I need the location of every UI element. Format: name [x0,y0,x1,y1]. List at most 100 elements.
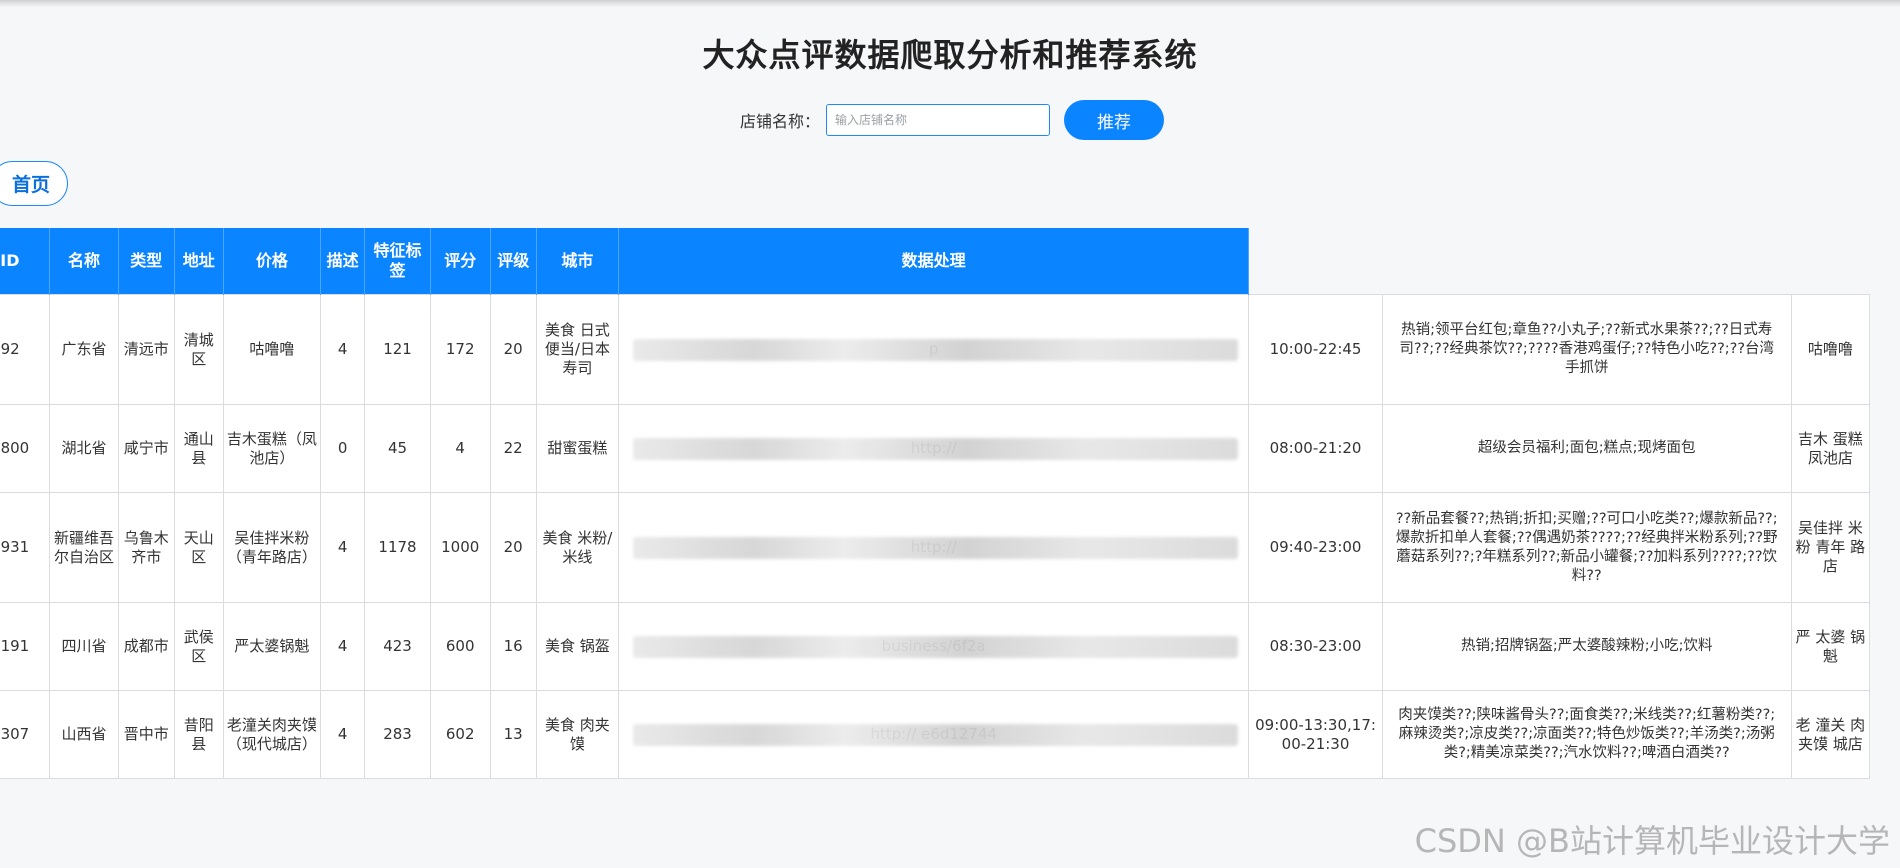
col-header-data-processing: 数据处理 [618,228,1250,295]
feature-tags-cell: 1178 [364,492,431,603]
city-cell: 乌鲁木齐市 [117,492,175,603]
category-cell: 美食 锅盔 [535,602,620,691]
score-cell: 172 [429,294,491,405]
table-row: 1800湖北省咸宁市通山县吉木蛋糕（凤池店）045422甜蜜蛋糕http://0… [0,404,1871,493]
score-cell: 600 [429,602,491,691]
business-hours-cell: 09:00-13:30,17:00-21:30 [1248,690,1383,779]
col-header-description: 描述 [320,228,366,295]
category-cell: 美食 肉夹馍 [535,690,620,779]
table-header-row: ID 名称 类型 地址 价格 描述 特征标签 评分 评级 城市 数据处理 [0,228,1870,295]
city-cell: 晋中市 [117,690,175,779]
col-header-name: 名称 [49,228,119,295]
page-title: 大众点评数据爬取分析和推荐系统 [702,36,1198,74]
recommend-button[interactable]: 推荐 [1064,100,1165,140]
table-row: 2191四川省成都市武侯区严太婆锅魁442360016美食 锅盔business… [0,602,1871,691]
province-cell: 广东省 [49,294,119,405]
search-label: 店铺名称： [740,112,821,131]
menu-tags-cell: ??新品套餐??;热销;折扣;买赠;??可口小吃类??;爆款新品??;爆款折扣单… [1381,492,1792,603]
redaction-blur [633,437,1239,460]
shop-name-cell: 严太婆锅魁 [222,602,321,691]
description-cell: 4 [319,690,366,779]
redaction-blur [633,723,1239,746]
province-cell: 四川省 [49,602,119,691]
district-cell: 天山区 [173,492,224,603]
home-button[interactable]: 首页 [0,161,68,206]
shop-name-repeat-cell: 严 太婆 锅魁 [1790,602,1871,691]
business-hours-cell: 09:40-23:00 [1248,492,1383,603]
city-cell: 清远市 [117,294,175,405]
category-cell: 美食 日式便当/日本寿司 [535,294,620,405]
description-cell: 4 [319,492,366,603]
menu-tags-cell: 热销;招牌锅盔;严太婆酸辣粉;小吃;饮料 [1381,602,1792,691]
rating-cell: 13 [489,690,537,779]
district-cell: 昔阳县 [173,690,224,779]
shop-name-cell: 咕噜噜 [222,294,321,405]
image-url-cell: http:// [618,404,1250,493]
id-cell: 2191 [0,602,51,691]
search-bar: 店铺名称： 推荐 [740,100,1165,140]
feature-tags-cell: 45 [364,404,431,493]
col-header-blank [1382,228,1791,295]
menu-tags-cell: 超级会员福利;面包;糕点;现烤面包 [1381,404,1792,493]
col-header-city: 城市 [536,228,620,295]
shop-name-repeat-cell: 吉木 蛋糕 凤池店 [1790,404,1871,493]
menu-tags-cell: 肉夹馍类??;陕味酱骨头??;面食类??;米线类??;红薯粉类??;麻辣烫类?;… [1381,690,1792,779]
id-cell: 92 [0,294,51,405]
business-hours-cell: 08:30-23:00 [1248,602,1383,691]
watermark: CSDN @B站计算机毕业设计大学 [1414,822,1890,860]
col-header-price: 价格 [223,228,321,295]
rating-cell: 16 [489,602,537,691]
province-cell: 山西省 [49,690,119,779]
city-cell: 咸宁市 [117,404,175,493]
rating-cell: 20 [489,294,537,405]
image-url-cell: p [618,294,1250,405]
description-cell: 4 [319,602,366,691]
redaction-blur [633,635,1239,658]
business-hours-cell: 10:00-22:45 [1248,294,1383,405]
shop-table: ID 名称 类型 地址 价格 描述 特征标签 评分 评级 城市 数据处理 92 广… [0,228,1871,779]
score-cell: 1000 [429,492,491,603]
col-header-score: 评分 [430,228,491,295]
feature-tags-cell: 423 [364,602,431,691]
image-url-cell: business/6f2a [618,602,1250,691]
col-header-id: ID [0,228,51,295]
col-header-feature-tags: 特征标签 [364,228,431,295]
district-cell: 武侯区 [173,602,224,691]
table-row: 1931新疆维吾尔自治区乌鲁木齐市天山区吴佳拌米粉（青年路店）411781000… [0,492,1871,603]
shop-name-cell: 吉木蛋糕（凤池店） [222,404,321,493]
shop-name-input[interactable] [826,104,1051,136]
id-cell: 1931 [0,492,51,603]
score-cell: 4 [429,404,491,493]
rating-cell: 22 [489,404,537,493]
shop-name-cell: 老潼关肉夹馍（现代城店） [222,690,321,779]
col-header-address: 地址 [174,228,224,295]
shop-name-repeat-cell: 咕噜噜 [1790,294,1871,405]
category-cell: 美食 米粉/米线 [535,492,620,603]
table-row: 3307山西省晋中市昔阳县老潼关肉夹馍（现代城店）428360213美食 肉夹馍… [0,690,1871,779]
redaction-blur [633,536,1239,559]
province-cell: 湖北省 [49,404,119,493]
shop-name-repeat-cell: 老 潼关 肉夹馍 城店 [1790,690,1871,779]
col-header-type: 类型 [118,228,175,295]
city-cell: 成都市 [117,602,175,691]
feature-tags-cell: 121 [364,294,431,405]
shop-name-cell: 吴佳拌米粉（青年路店） [222,492,321,603]
feature-tags-cell: 283 [364,690,431,779]
district-cell: 清城区 [173,294,224,405]
image-url-cell: http:// e6d12744 [618,690,1250,779]
rating-cell: 20 [489,492,537,603]
col-header-rating: 评级 [490,228,537,295]
col-header-blank [1249,228,1382,295]
description-cell: 0 [319,404,366,493]
shop-name-repeat-cell: 吴佳拌 米粉 青年 路店 [1790,492,1871,603]
redaction-blur [633,338,1239,361]
table-row: 92广东省清远市清城区咕噜噜412117220美食 日式便当/日本寿司p10:0… [0,294,1871,405]
id-cell: 3307 [0,690,51,779]
menu-tags-cell: 热销;领平台红包;章鱼??小丸子;??新式水果茶??;??日式寿司??;??经典… [1381,294,1792,405]
col-header-blank [1791,228,1869,295]
image-url-cell: http:// [618,492,1250,603]
score-cell: 602 [429,690,491,779]
id-cell: 1800 [0,404,51,493]
category-cell: 甜蜜蛋糕 [535,404,620,493]
province-cell: 新疆维吾尔自治区 [49,492,119,603]
